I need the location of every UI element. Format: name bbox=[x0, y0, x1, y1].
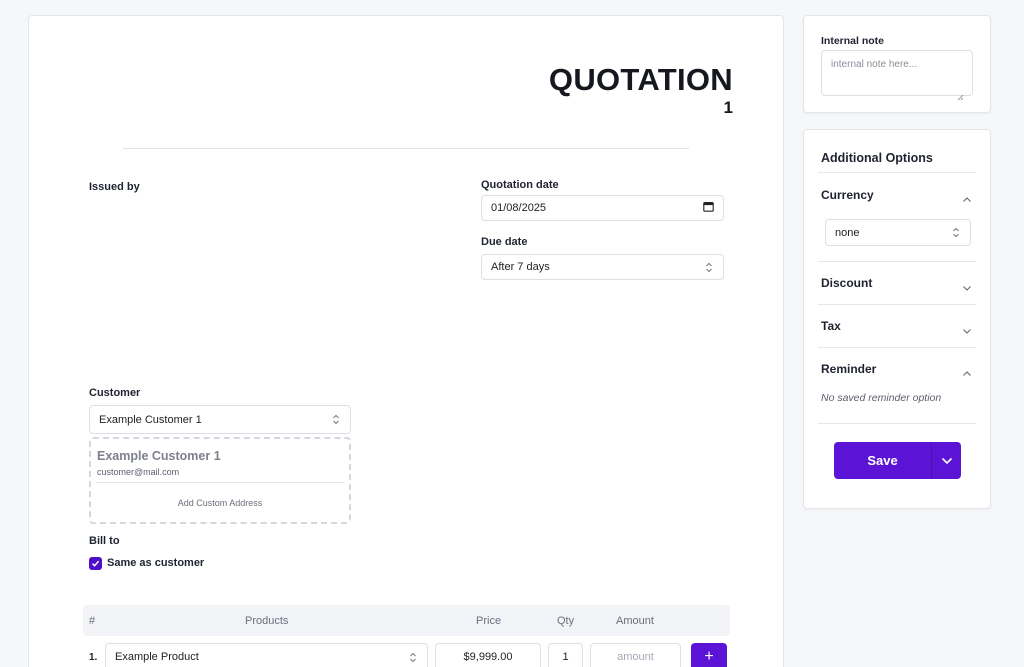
due-date-value: After 7 days bbox=[491, 261, 550, 273]
chevron-up-icon[interactable] bbox=[962, 364, 972, 382]
calendar-icon[interactable] bbox=[703, 201, 714, 215]
customer-card: Example Customer 1 customer@mail.com Add… bbox=[89, 437, 351, 524]
save-button[interactable]: Save bbox=[834, 442, 931, 479]
internal-note-card: Internal note internal note here... bbox=[803, 15, 991, 113]
currency-select[interactable]: none bbox=[825, 219, 971, 246]
customer-label: Customer bbox=[89, 387, 141, 399]
due-date-label: Due date bbox=[481, 236, 528, 248]
product-select[interactable]: Example Product bbox=[105, 643, 428, 667]
reminder-empty-message: No saved reminder option bbox=[821, 392, 942, 404]
quotation-date-value: 01/08/2025 bbox=[491, 202, 547, 214]
document-number: 1 bbox=[723, 98, 733, 117]
additional-options-card: Additional Options Currency none Discoun… bbox=[803, 129, 991, 509]
col-header-qty: Qty bbox=[557, 615, 575, 627]
quotation-date-input[interactable]: 01/08/2025 bbox=[481, 195, 724, 221]
chevron-down-icon[interactable] bbox=[962, 279, 972, 297]
quotation-document: QUOTATION 1 Issued by Quotation date 01/… bbox=[28, 15, 784, 667]
customer-select[interactable]: Example Customer 1 bbox=[89, 405, 351, 434]
bill-to-label: Bill to bbox=[89, 535, 120, 547]
document-title: QUOTATION bbox=[548, 62, 733, 97]
add-custom-address-button[interactable]: Add Custom Address bbox=[91, 498, 349, 508]
customer-card-name: Example Customer 1 bbox=[97, 449, 221, 463]
chevron-down-icon[interactable] bbox=[962, 322, 972, 340]
title-divider bbox=[123, 148, 689, 149]
tax-section-toggle[interactable]: Tax bbox=[821, 319, 841, 333]
customer-card-divider bbox=[95, 482, 345, 483]
select-arrows-icon bbox=[704, 261, 714, 273]
chevron-up-icon[interactable] bbox=[962, 190, 972, 208]
additional-options-title: Additional Options bbox=[821, 151, 933, 165]
same-as-customer-checkbox[interactable] bbox=[89, 557, 102, 570]
same-as-customer-label[interactable]: Same as customer bbox=[107, 557, 204, 569]
save-options-dropdown[interactable] bbox=[931, 442, 961, 479]
col-header-number: # bbox=[89, 615, 96, 627]
currency-section-toggle[interactable]: Currency bbox=[821, 188, 874, 202]
qty-input[interactable]: 1 bbox=[548, 643, 583, 667]
due-date-select[interactable]: After 7 days bbox=[481, 254, 724, 280]
quotation-date-label: Quotation date bbox=[481, 179, 559, 191]
select-arrows-icon bbox=[951, 227, 961, 239]
customer-card-email: customer@mail.com bbox=[97, 467, 180, 477]
select-arrows-icon bbox=[408, 651, 418, 663]
save-button-group: Save bbox=[834, 442, 961, 479]
section-divider bbox=[818, 172, 976, 173]
currency-select-value: none bbox=[835, 226, 860, 239]
chevron-down-icon bbox=[941, 452, 953, 470]
section-divider bbox=[818, 304, 976, 305]
section-divider bbox=[818, 261, 976, 262]
internal-note-label: Internal note bbox=[821, 35, 885, 47]
add-line-button[interactable]: + bbox=[691, 643, 727, 667]
col-header-amount: Amount bbox=[616, 615, 654, 627]
customer-select-value: Example Customer 1 bbox=[99, 413, 202, 426]
internal-note-textarea[interactable]: internal note here... bbox=[821, 50, 973, 96]
discount-section-toggle[interactable]: Discount bbox=[821, 276, 872, 290]
section-divider bbox=[818, 423, 976, 424]
reminder-section-toggle[interactable]: Reminder bbox=[821, 362, 876, 376]
select-arrows-icon bbox=[331, 414, 341, 426]
row-number: 1. bbox=[89, 652, 98, 663]
col-header-products: Products bbox=[245, 615, 289, 627]
amount-input[interactable]: amount bbox=[590, 643, 681, 667]
issued-by-label: Issued by bbox=[89, 181, 140, 193]
col-header-price: Price bbox=[476, 615, 502, 627]
price-input[interactable]: $9,999.00 bbox=[435, 643, 541, 667]
product-select-value: Example Product bbox=[115, 651, 199, 663]
section-divider bbox=[818, 347, 976, 348]
resize-handle-icon[interactable] bbox=[956, 88, 988, 110]
